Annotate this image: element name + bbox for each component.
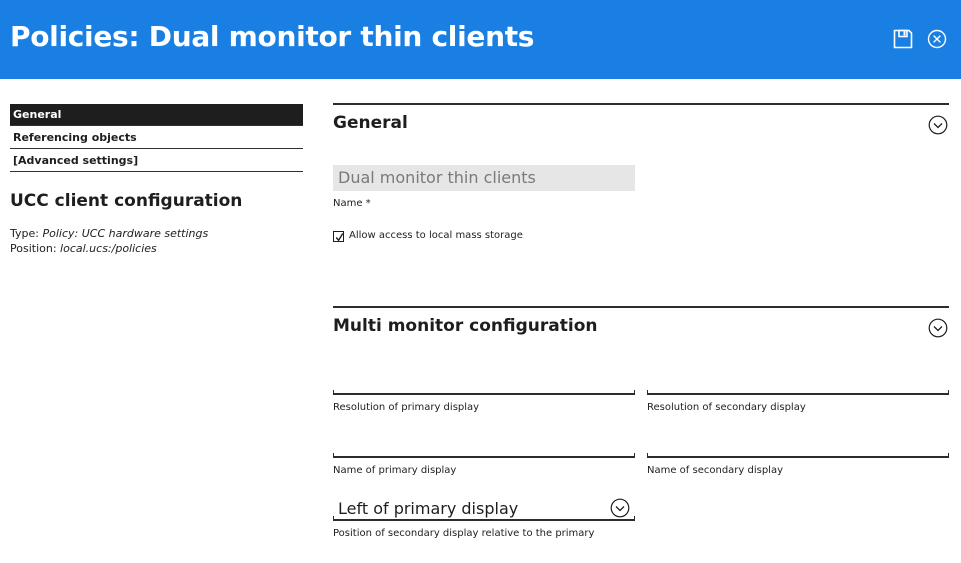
- primary-resolution-input[interactable]: [333, 373, 635, 395]
- chevron-down-icon: [928, 115, 948, 135]
- save-icon: [893, 29, 913, 49]
- primary-name-input[interactable]: [333, 436, 635, 458]
- secondary-name-label: Name of secondary display: [647, 465, 784, 476]
- name-input[interactable]: Dual monitor thin clients: [333, 165, 635, 191]
- secondary-resolution-input[interactable]: [647, 373, 949, 395]
- secondary-position-value: Left of primary display: [338, 499, 519, 518]
- object-type: Type: Policy: UCC hardware settings: [10, 227, 208, 240]
- multi-monitor-section-toggle[interactable]: [928, 318, 948, 338]
- primary-resolution-label: Resolution of primary display: [333, 402, 480, 413]
- secondary-name-input[interactable]: [647, 436, 949, 458]
- page-title: Policies: Dual monitor thin clients: [10, 20, 535, 53]
- chevron-down-icon: [928, 318, 948, 338]
- primary-name-label: Name of primary display: [333, 465, 457, 476]
- object-position: Position: local.ucs:/policies: [10, 242, 157, 255]
- general-section-toggle[interactable]: [928, 115, 948, 135]
- tab-referencing-objects[interactable]: Referencing objects: [10, 127, 303, 149]
- chevron-down-icon: [610, 498, 630, 518]
- object-title: UCC client configuration: [10, 191, 243, 211]
- secondary-position-select[interactable]: Left of primary display: [333, 496, 635, 521]
- tab-navigation: General Referencing objects [Advanced se…: [10, 104, 303, 173]
- save-button[interactable]: [891, 27, 915, 51]
- checkmark-icon: [335, 233, 344, 242]
- secondary-position-label: Position of secondary display relative t…: [333, 528, 595, 539]
- header-bar: Policies: Dual monitor thin clients: [0, 0, 961, 79]
- multi-monitor-section-divider: [333, 306, 949, 308]
- mass-storage-checkbox[interactable]: [333, 231, 344, 242]
- object-position-value: local.ucs:/policies: [60, 242, 157, 255]
- multi-monitor-section-title: Multi monitor configuration: [333, 316, 598, 336]
- tab-advanced-settings[interactable]: [Advanced settings]: [10, 150, 303, 172]
- object-type-value: Policy: UCC hardware settings: [42, 227, 209, 240]
- mass-storage-label: Allow access to local mass storage: [349, 230, 523, 241]
- secondary-resolution-label: Resolution of secondary display: [647, 402, 806, 413]
- close-button[interactable]: [925, 27, 949, 51]
- close-icon: [927, 29, 947, 49]
- general-section-divider: [333, 103, 949, 105]
- object-position-label: Position:: [10, 242, 57, 255]
- general-section-title: General: [333, 113, 408, 133]
- tab-general[interactable]: General: [10, 104, 303, 126]
- name-label: Name *: [333, 198, 371, 209]
- object-type-label: Type:: [10, 227, 39, 240]
